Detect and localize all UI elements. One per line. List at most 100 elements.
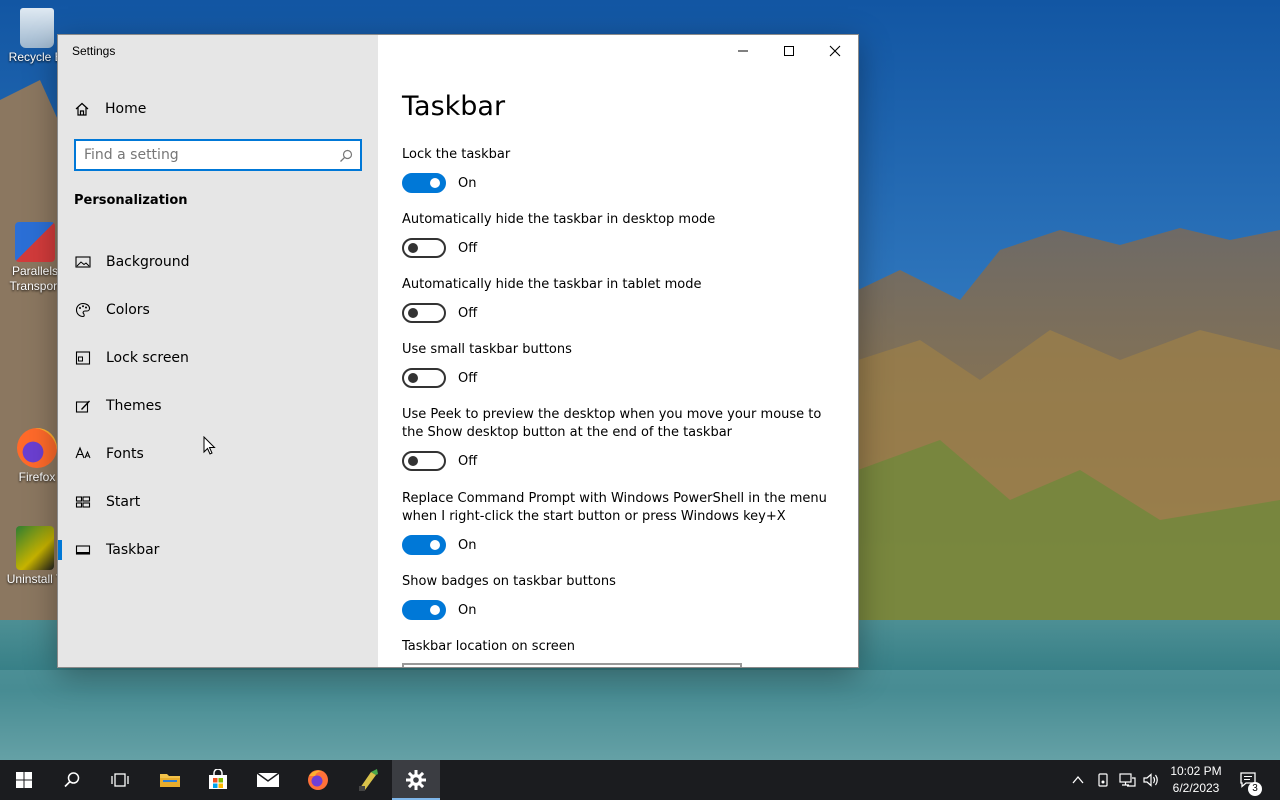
home-icon [74, 101, 90, 117]
notification-count-badge: 3 [1248, 782, 1262, 796]
device-icon [1098, 773, 1108, 787]
minimize-icon [738, 50, 748, 52]
firefox-taskbar-button[interactable] [294, 760, 342, 800]
task-view-button[interactable] [96, 760, 144, 800]
toggle-state: Off [458, 370, 478, 386]
search-icon[interactable] [339, 148, 353, 162]
volume-button[interactable] [1141, 770, 1161, 790]
network-button[interactable] [1117, 770, 1137, 790]
settings-window: Settings Home Personalization Background [58, 35, 858, 667]
setting-label: Automatically hide the taskbar in tablet… [402, 277, 702, 292]
toggle-state: On [458, 537, 477, 553]
sidebar-item-background[interactable]: Background [58, 238, 378, 286]
sidebar-item-themes[interactable]: Themes [58, 382, 378, 430]
sidebar-item-colors[interactable]: Colors [58, 286, 378, 334]
search-setting-box[interactable] [74, 139, 362, 171]
setting-label: Show badges on taskbar buttons [402, 574, 616, 589]
autohide-desktop-toggle[interactable] [402, 238, 446, 258]
taskbar-icon [75, 542, 91, 558]
small-buttons-toggle[interactable] [402, 368, 446, 388]
sidebar-item-label: Colors [106, 302, 150, 318]
settings-content: Taskbar Lock the taskbar On Automaticall… [378, 35, 858, 667]
windows-logo-icon [16, 772, 32, 788]
powershell-toggle[interactable] [402, 535, 446, 555]
peek-toggle[interactable] [402, 451, 446, 471]
uninstall-tool-icon [16, 526, 54, 570]
maximize-icon [784, 46, 794, 56]
personalization-nav: Background Colors Lock screen Themes Fon… [58, 238, 378, 574]
taskbar-clock[interactable]: 10:02 PM 6/2/2023 [1164, 763, 1228, 797]
firefox-icon [308, 770, 328, 790]
fonts-icon [75, 446, 91, 462]
gear-icon [406, 770, 426, 790]
microsoft-store-button[interactable] [194, 760, 242, 800]
toggle-state: On [458, 175, 477, 191]
close-button[interactable] [812, 35, 858, 67]
uninstall-tool-icon [359, 769, 378, 791]
sidebar-item-label: Start [106, 494, 141, 510]
clock-date: 6/2/2023 [1172, 781, 1220, 795]
sidebar-item-label: Themes [106, 398, 162, 414]
setting-label: Automatically hide the taskbar in deskto… [402, 212, 716, 227]
sidebar-item-fonts[interactable]: Fonts [58, 430, 378, 478]
sidebar-item-taskbar[interactable]: Taskbar [58, 526, 378, 574]
autohide-tablet-toggle[interactable] [402, 303, 446, 323]
speaker-icon [1143, 773, 1158, 787]
picture-icon [75, 254, 91, 270]
sidebar-item-label: Taskbar [106, 542, 160, 558]
settings-sidebar: Settings Home Personalization Background [58, 35, 378, 667]
folder-icon [160, 774, 180, 787]
taskbar-location-dropdown[interactable] [402, 663, 742, 667]
close-icon [829, 45, 841, 57]
sidebar-item-lock-screen[interactable]: Lock screen [58, 334, 378, 382]
setting-lock-taskbar: Lock the taskbar On [402, 146, 832, 193]
setting-powershell: Replace Command Prompt with Windows Powe… [402, 490, 832, 555]
tray-device-button[interactable] [1093, 770, 1113, 790]
window-title: Settings [72, 44, 116, 58]
taskbar: 10:02 PM 6/2/2023 [0, 760, 1280, 800]
file-explorer-button[interactable] [146, 760, 194, 800]
setting-autohide-tablet: Automatically hide the taskbar in tablet… [402, 276, 832, 323]
palette-icon [75, 302, 91, 318]
mail-icon [256, 772, 280, 787]
sidebar-item-label: Background [106, 254, 190, 270]
toggle-state: Off [458, 453, 478, 469]
nav-home[interactable]: Home [74, 97, 354, 121]
badges-toggle[interactable] [402, 600, 446, 620]
clock-time: 10:02 PM [1170, 764, 1222, 778]
section-heading: Personalization [74, 193, 188, 208]
recycle-bin-icon [20, 8, 54, 48]
page-title: Taskbar [402, 91, 506, 122]
sidebar-item-start[interactable]: Start [58, 478, 378, 526]
setting-badges: Show badges on taskbar buttons On [402, 573, 832, 620]
uninstall-tool-taskbar-button[interactable] [344, 760, 392, 800]
start-icon [75, 494, 91, 510]
setting-label: Replace Command Prompt with Windows Powe… [402, 491, 827, 524]
maximize-button[interactable] [766, 35, 812, 67]
lock-taskbar-toggle[interactable] [402, 173, 446, 193]
minimize-button[interactable] [720, 35, 766, 67]
sidebar-item-label: Fonts [106, 446, 144, 462]
store-icon [209, 769, 227, 789]
setting-label: Use small taskbar buttons [402, 342, 572, 357]
setting-location: Taskbar location on screen [402, 638, 832, 656]
search-icon [64, 772, 80, 788]
firefox-icon [17, 428, 57, 468]
show-hidden-icons-button[interactable] [1068, 770, 1088, 790]
toggle-state: Off [458, 240, 478, 256]
setting-label: Use Peek to preview the desktop when you… [402, 407, 822, 440]
toggle-state: On [458, 602, 477, 618]
setting-small-buttons: Use small taskbar buttons Off [402, 341, 832, 388]
mail-button[interactable] [244, 760, 292, 800]
network-icon [1119, 773, 1136, 787]
mouse-cursor-icon [203, 436, 216, 455]
toggle-state: Off [458, 305, 478, 321]
start-button[interactable] [0, 760, 48, 800]
settings-taskbar-button[interactable] [392, 760, 440, 800]
themes-icon [75, 398, 91, 414]
taskbar-search-button[interactable] [48, 760, 96, 800]
lock-screen-icon [75, 350, 91, 366]
search-input[interactable] [76, 141, 326, 169]
task-view-icon [111, 773, 129, 787]
parallels-transport-icon [15, 222, 55, 262]
